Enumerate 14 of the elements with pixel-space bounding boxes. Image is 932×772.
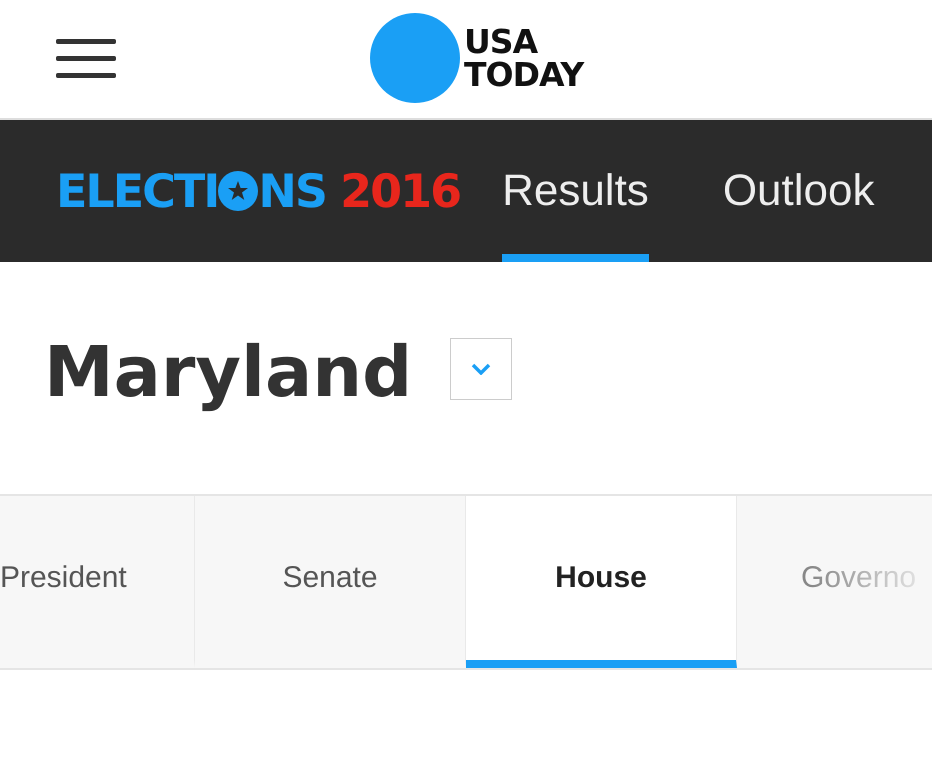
race-tab[interactable]: House (466, 496, 737, 668)
elections-logo-text: NS (258, 164, 326, 218)
logo-text: USA (464, 25, 539, 58)
nav-tab[interactable]: Outlook (722, 120, 874, 262)
star-circle-icon (218, 171, 258, 211)
logo-circle-icon (370, 13, 460, 103)
logo-text: TODAY (464, 58, 584, 91)
race-tab[interactable]: President (0, 496, 195, 668)
nav-tab[interactable]: Results (502, 120, 649, 262)
elections-logo-text: ELECTI (56, 164, 218, 218)
menu-icon[interactable] (56, 37, 116, 81)
elections-year-text: 2016 (340, 164, 460, 218)
state-title: Maryland (44, 334, 412, 410)
chevron-down-icon (471, 363, 492, 375)
